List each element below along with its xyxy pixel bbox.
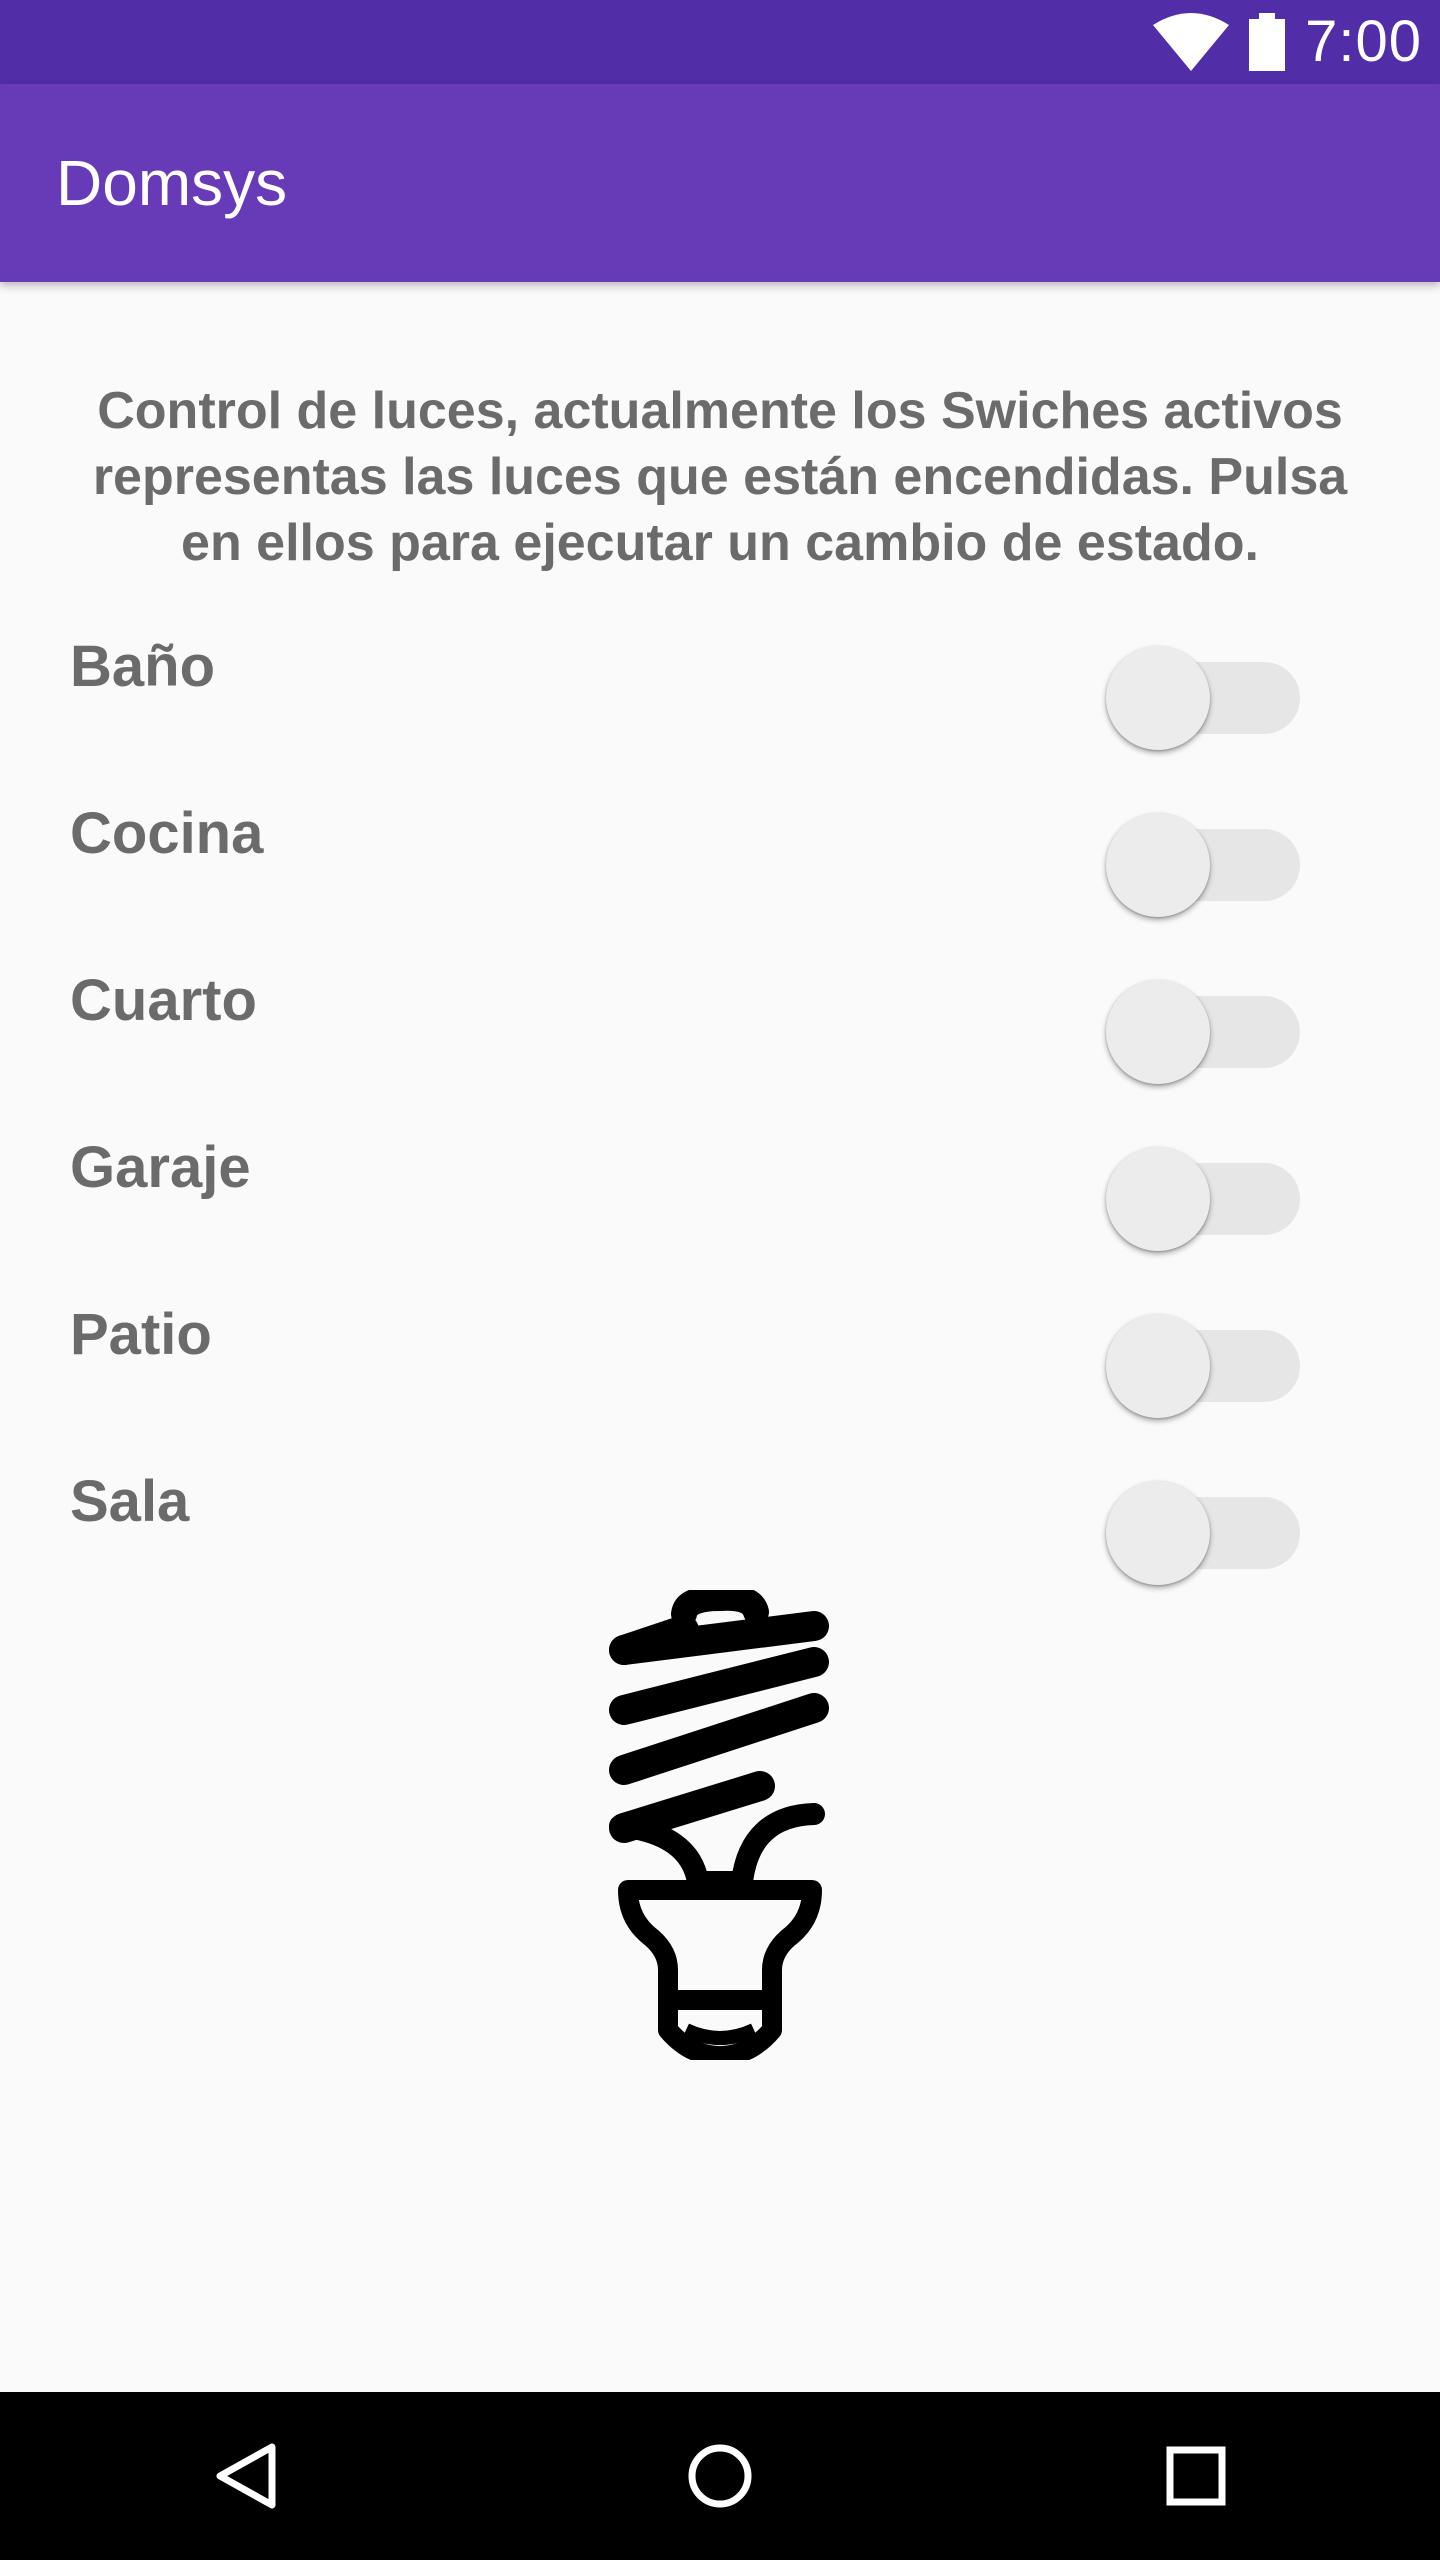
switch-thumb — [1106, 980, 1210, 1084]
intro-text: Control de luces, actualmente los Swiche… — [92, 382, 1348, 572]
recents-icon[interactable] — [1156, 2436, 1236, 2516]
light-label: Cocina — [70, 801, 264, 866]
battery-icon — [1247, 13, 1287, 71]
light-row-cocina: Cocina — [0, 789, 1440, 939]
lightbulb-icon — [600, 1584, 840, 2066]
switch-thumb — [1106, 1314, 1210, 1418]
status-bar: 7:00 — [0, 0, 1440, 84]
switch-thumb — [1106, 646, 1210, 750]
light-row-patio: Patio — [0, 1290, 1440, 1440]
app-title: Domsys — [56, 147, 288, 219]
light-label: Patio — [70, 1302, 212, 1367]
light-label: Garaje — [70, 1135, 251, 1200]
switch-thumb — [1106, 813, 1210, 917]
switch-cuarto[interactable] — [1106, 964, 1304, 1084]
light-row-garaje: Garaje — [0, 1123, 1440, 1273]
switch-bano[interactable] — [1106, 630, 1304, 750]
switch-patio[interactable] — [1106, 1298, 1304, 1418]
light-row-cuarto: Cuarto — [0, 956, 1440, 1106]
switch-cocina[interactable] — [1106, 797, 1304, 917]
back-icon[interactable] — [206, 2436, 286, 2516]
switch-thumb — [1106, 1481, 1210, 1585]
light-label: Cuarto — [70, 968, 257, 1033]
light-row-sala: Sala — [0, 1457, 1440, 1607]
light-label: Baño — [70, 634, 215, 699]
switch-sala[interactable] — [1106, 1465, 1304, 1585]
light-label: Sala — [70, 1469, 190, 1534]
light-row-bano: Baño — [0, 622, 1440, 772]
switch-thumb — [1106, 1147, 1210, 1251]
wifi-icon — [1153, 13, 1230, 71]
app-bar: Domsys — [0, 84, 1440, 282]
status-time: 7:00 — [1305, 9, 1422, 74]
home-icon[interactable] — [680, 2436, 760, 2516]
nav-bar — [0, 2392, 1440, 2560]
switch-garaje[interactable] — [1106, 1131, 1304, 1251]
